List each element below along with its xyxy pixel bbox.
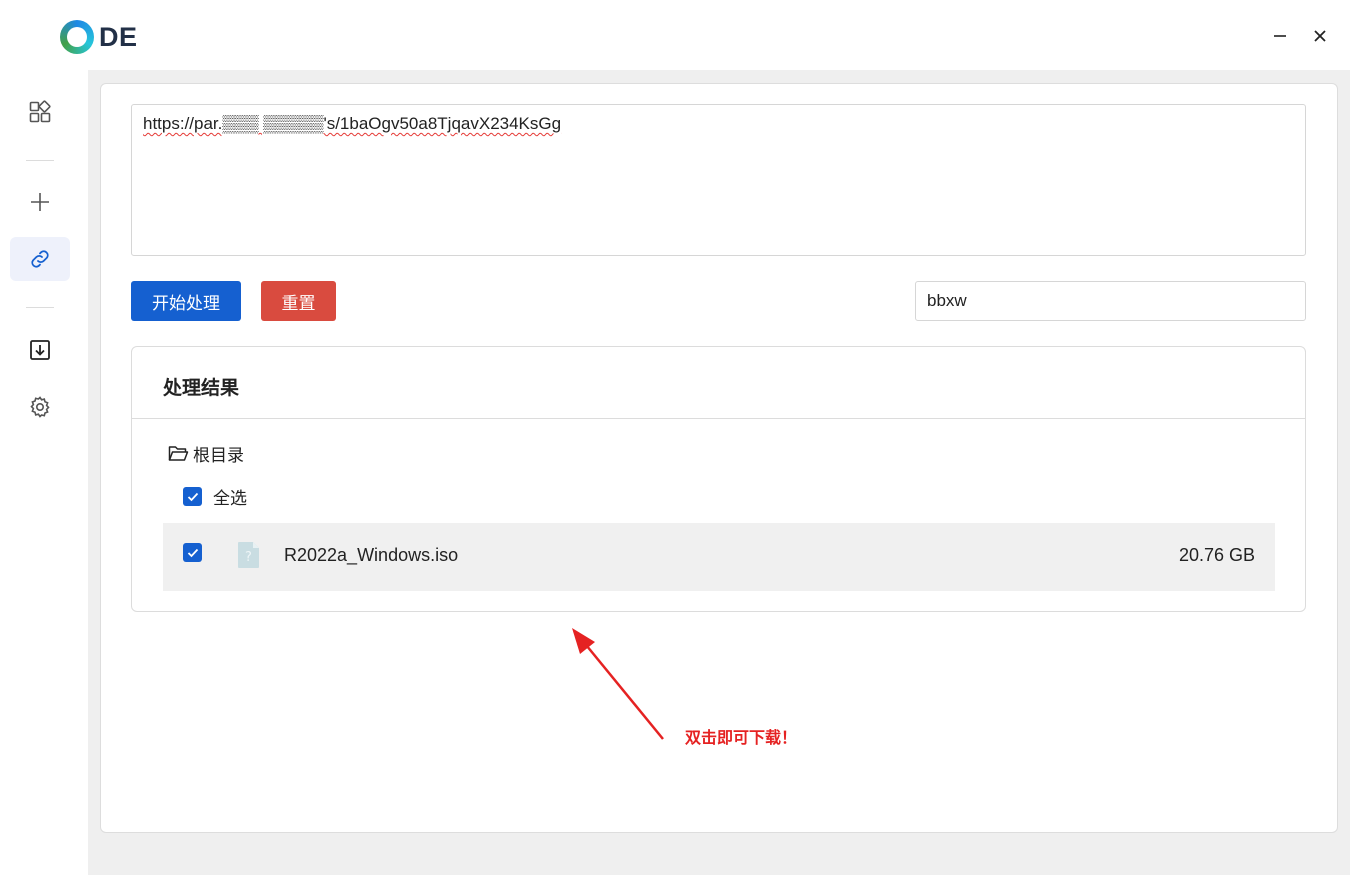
file-name: R2022a_Windows.iso: [284, 545, 459, 565]
result-title: 处理结果: [163, 378, 240, 399]
annotation-arrow: [572, 628, 664, 740]
file-row[interactable]: ? R2022a_Windows.iso 20.76 GB: [163, 523, 1275, 591]
minimize-icon: [1274, 35, 1286, 37]
folder-open-icon: [168, 445, 189, 462]
annotation-text: 双击即可下载！: [685, 728, 798, 747]
root-directory[interactable]: 根目录: [168, 441, 244, 466]
file-size: 20.76 GB: [1178, 545, 1255, 565]
plus-icon: [31, 193, 49, 211]
grid-icon: [29, 100, 51, 123]
content-card: https://par.▒▒▒ ▒▒▒▒▒'s/1baOgv50a8TjqavX…: [100, 83, 1338, 833]
sidebar-item-link[interactable]: [10, 237, 70, 281]
unknown-file-icon: ?: [238, 542, 259, 568]
extract-code-input[interactable]: bbxw: [915, 281, 1306, 321]
minimize-button[interactable]: [1266, 22, 1294, 50]
main-area: https://par.▒▒▒ ▒▒▒▒▒'s/1baOgv50a8TjqavX…: [88, 70, 1350, 875]
result-panel: 处理结果 根目录 全选 ? R2022a_Windows.iso 20.76 G…: [131, 346, 1306, 612]
select-all-label: 全选: [213, 489, 247, 508]
check-icon: [187, 492, 198, 501]
select-all[interactable]: 全选: [183, 484, 247, 509]
gear-icon: [30, 396, 50, 418]
logo-ring-icon: [60, 20, 94, 54]
sidebar: [0, 70, 88, 875]
download-icon: [30, 340, 50, 360]
sidebar-item-add[interactable]: [10, 180, 70, 224]
close-icon: [1314, 30, 1326, 42]
select-all-checkbox[interactable]: [183, 487, 202, 506]
sidebar-divider: [26, 307, 54, 308]
sidebar-item-downloads[interactable]: [10, 328, 70, 372]
share-link-value: https://par.▒▒▒ ▒▒▒▒▒'s/1baOgv50a8TjqavX…: [143, 114, 562, 133]
reset-button[interactable]: 重置: [261, 281, 336, 321]
start-process-button[interactable]: 开始处理: [131, 281, 241, 321]
link-icon: [31, 250, 49, 268]
sidebar-item-dashboard[interactable]: [10, 90, 70, 134]
title-bar: DE: [0, 0, 1350, 70]
root-directory-label: 根目录: [193, 446, 244, 465]
check-icon: [187, 548, 198, 557]
sidebar-divider: [26, 160, 54, 161]
logo-text: DE: [99, 21, 138, 52]
app-logo: DE: [60, 20, 138, 54]
close-button[interactable]: [1306, 22, 1334, 50]
share-link-textarea[interactable]: https://par.▒▒▒ ▒▒▒▒▒'s/1baOgv50a8TjqavX…: [131, 104, 1306, 256]
sidebar-item-settings[interactable]: [10, 385, 70, 429]
svg-text:?: ?: [245, 550, 252, 565]
result-divider: [132, 418, 1305, 419]
file-checkbox[interactable]: [183, 543, 202, 562]
